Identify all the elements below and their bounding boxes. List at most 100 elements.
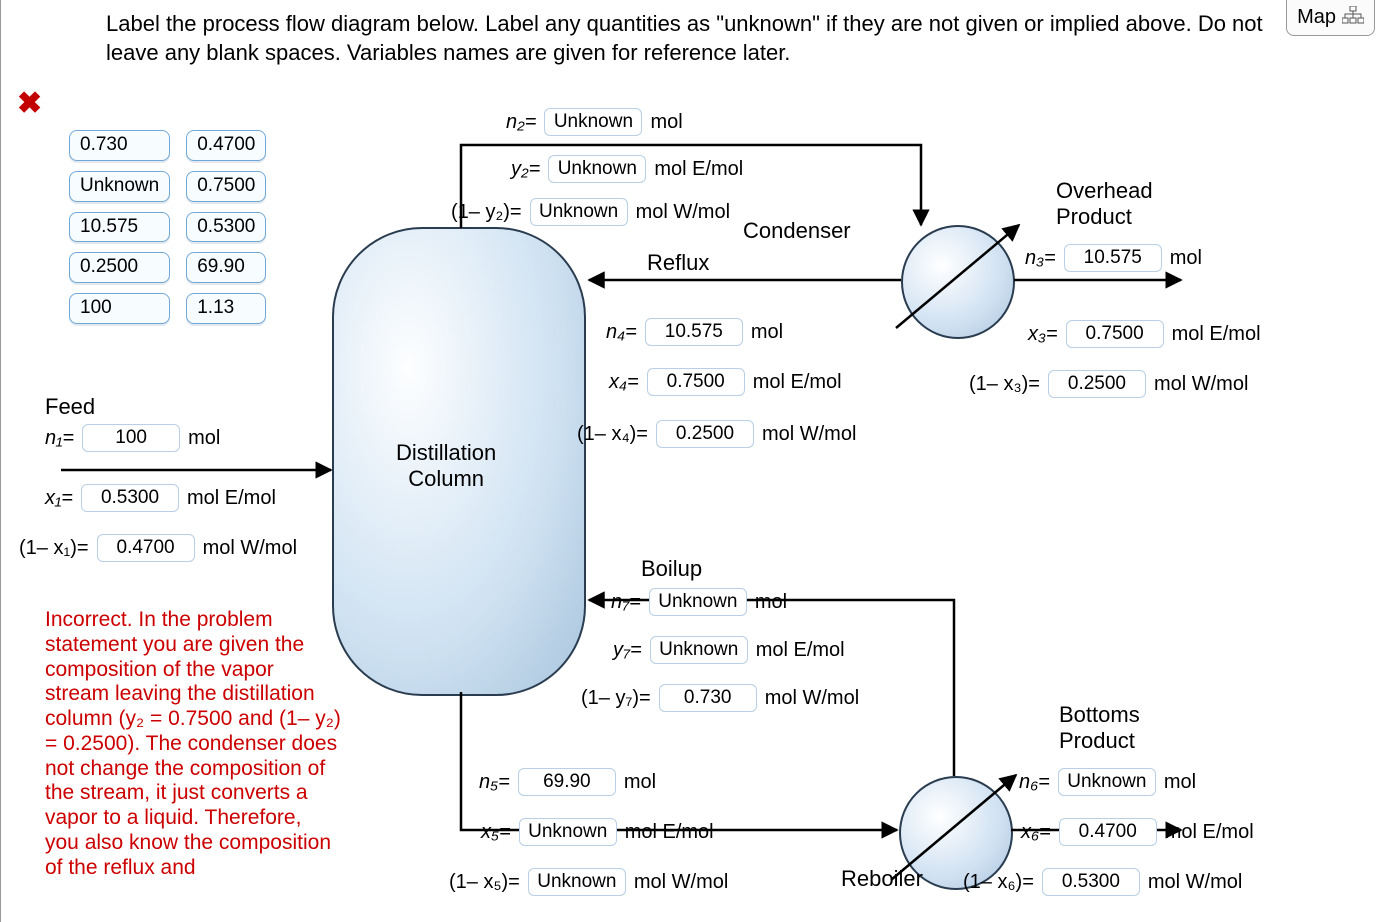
n3-label: n₃= — [1025, 247, 1056, 270]
x4-field[interactable]: 0.7500 — [647, 368, 745, 396]
chip[interactable]: 0.730 — [69, 130, 170, 161]
x4-row: x₄= 0.7500 mol E/mol — [609, 368, 842, 396]
n2-field[interactable]: Unknown — [544, 108, 642, 136]
chip[interactable]: 10.575 — [69, 212, 170, 243]
1-y7-row: (1– y₇)= 0.730 mol W/mol — [581, 684, 859, 712]
n1-row: n₁= 100 mol — [45, 424, 220, 452]
chip[interactable]: 0.2500 — [69, 252, 170, 283]
n5-field[interactable]: 69.90 — [518, 768, 616, 796]
n7-label: n₇= — [611, 591, 641, 614]
1-x1-row: (1– x₁)= 0.4700 mol W/mol — [19, 534, 297, 562]
x5-row: x₅= Unknown mol E/mol — [481, 818, 714, 846]
answer-bank: 0.730 0.4700 Unknown 0.7500 10.575 0.530… — [69, 130, 266, 324]
n1-unit: mol — [188, 427, 220, 450]
x5-label: x₅= — [481, 821, 511, 844]
reboiler-heading: Reboiler — [841, 866, 923, 892]
x3-label: x₃= — [1028, 323, 1058, 346]
1-x5-field[interactable]: Unknown — [528, 868, 626, 896]
1-x6-row: (1– x₆)= 0.5300 mol W/mol — [963, 868, 1242, 896]
x4-label: x₄= — [609, 371, 639, 394]
y2-field[interactable]: Unknown — [548, 155, 646, 183]
chip[interactable]: 100 — [69, 293, 170, 324]
instruction-text: Label the process flow diagram below. La… — [106, 10, 1263, 67]
n4-unit: mol — [751, 321, 783, 344]
n2-label: n₂= — [506, 111, 536, 134]
1-x5-unit: mol W/mol — [634, 871, 728, 894]
x1-label: x₁= — [45, 487, 73, 510]
1-x1-field[interactable]: 0.4700 — [97, 534, 195, 562]
1-x6-field[interactable]: 0.5300 — [1042, 868, 1140, 896]
feedback-text: Incorrect. In the problem statement you … — [45, 608, 341, 880]
y2-label: y₂= — [511, 158, 540, 181]
1-x4-label: (1– x₄)= — [577, 423, 648, 446]
x3-row: x₃= 0.7500 mol E/mol — [1028, 320, 1261, 348]
map-button[interactable]: Map — [1286, 0, 1375, 36]
chip[interactable]: 0.5300 — [186, 212, 266, 243]
n3-field[interactable]: 10.575 — [1064, 244, 1162, 272]
x5-field[interactable]: Unknown — [519, 818, 617, 846]
chip[interactable]: 0.7500 — [186, 171, 266, 202]
1-y7-field[interactable]: 0.730 — [659, 684, 757, 712]
1-x3-field[interactable]: 0.2500 — [1048, 370, 1146, 398]
1-x6-unit: mol W/mol — [1148, 871, 1242, 894]
1-y7-unit: mol W/mol — [765, 687, 859, 710]
n5-label: n₅= — [479, 771, 510, 794]
map-label: Map — [1297, 6, 1336, 29]
bottoms-product-heading: Bottoms Product — [1059, 702, 1140, 754]
x5-unit: mol E/mol — [625, 821, 714, 844]
x4-unit: mol E/mol — [753, 371, 842, 394]
n5-row: n₅= 69.90 mol — [479, 768, 656, 796]
n6-label: n₆= — [1019, 771, 1050, 794]
n3-unit: mol — [1170, 247, 1202, 270]
chip[interactable]: Unknown — [69, 171, 170, 202]
feed-heading: Feed — [45, 394, 95, 420]
n6-field[interactable]: Unknown — [1058, 768, 1156, 796]
1-x4-field[interactable]: 0.2500 — [656, 420, 754, 448]
x6-row: x₆= 0.4700 mol E/mol — [1021, 818, 1254, 846]
y7-field[interactable]: Unknown — [650, 636, 748, 664]
condenser-heading: Condenser — [743, 218, 851, 244]
n7-field[interactable]: Unknown — [649, 588, 747, 616]
1-x3-unit: mol W/mol — [1154, 373, 1248, 396]
boilup-heading: Boilup — [641, 556, 702, 582]
x3-field[interactable]: 0.7500 — [1066, 320, 1164, 348]
1-y7-label: (1– y₇)= — [581, 687, 651, 710]
n6-row: n₆= Unknown mol — [1019, 768, 1196, 796]
1-x3-row: (1– x₃)= 0.2500 mol W/mol — [969, 370, 1248, 398]
y7-unit: mol E/mol — [756, 639, 845, 662]
n2-row: n₂= Unknown mol — [506, 108, 683, 136]
x1-unit: mol E/mol — [187, 487, 276, 510]
y7-row: y₇= Unknown mol E/mol — [613, 636, 845, 664]
n4-field[interactable]: 10.575 — [645, 318, 743, 346]
1-x5-label: (1– x₅)= — [449, 871, 520, 894]
distillation-column-label: Distillation Column — [396, 440, 496, 492]
chip[interactable]: 69.90 — [186, 252, 266, 283]
x6-unit: mol E/mol — [1165, 821, 1254, 844]
n4-row: n₄= 10.575 mol — [606, 318, 783, 346]
y2-unit: mol E/mol — [654, 158, 743, 181]
x6-field[interactable]: 0.4700 — [1059, 818, 1157, 846]
n6-unit: mol — [1164, 771, 1196, 794]
1-x4-row: (1– x₄)= 0.2500 mol W/mol — [577, 420, 856, 448]
chip[interactable]: 0.4700 — [186, 130, 266, 161]
n7-row: n₇= Unknown mol — [611, 588, 787, 616]
n5-unit: mol — [624, 771, 656, 794]
x3-unit: mol E/mol — [1172, 323, 1261, 346]
chip[interactable]: 1.13 — [186, 293, 266, 324]
overhead-product-heading: Overhead Product — [1056, 178, 1153, 230]
n1-field[interactable]: 100 — [82, 424, 180, 452]
x1-field[interactable]: 0.5300 — [81, 484, 179, 512]
n3-row: n₃= 10.575 mol — [1025, 244, 1202, 272]
1-x4-unit: mol W/mol — [762, 423, 856, 446]
1-x1-label: (1– x₁)= — [19, 537, 89, 560]
y7-label: y₇= — [613, 639, 642, 662]
n7-unit: mol — [755, 591, 787, 614]
1-y2-row: (1– y₂)= Unknown mol W/mol — [451, 198, 730, 226]
1-x3-label: (1– x₃)= — [969, 373, 1040, 396]
x1-row: x₁= 0.5300 mol E/mol — [45, 484, 276, 512]
1-y2-field[interactable]: Unknown — [530, 198, 628, 226]
n1-label: n₁= — [45, 427, 74, 450]
1-y2-unit: mol W/mol — [636, 201, 730, 224]
y2-row: y₂= Unknown mol E/mol — [511, 155, 743, 183]
n2-unit: mol — [650, 111, 682, 134]
